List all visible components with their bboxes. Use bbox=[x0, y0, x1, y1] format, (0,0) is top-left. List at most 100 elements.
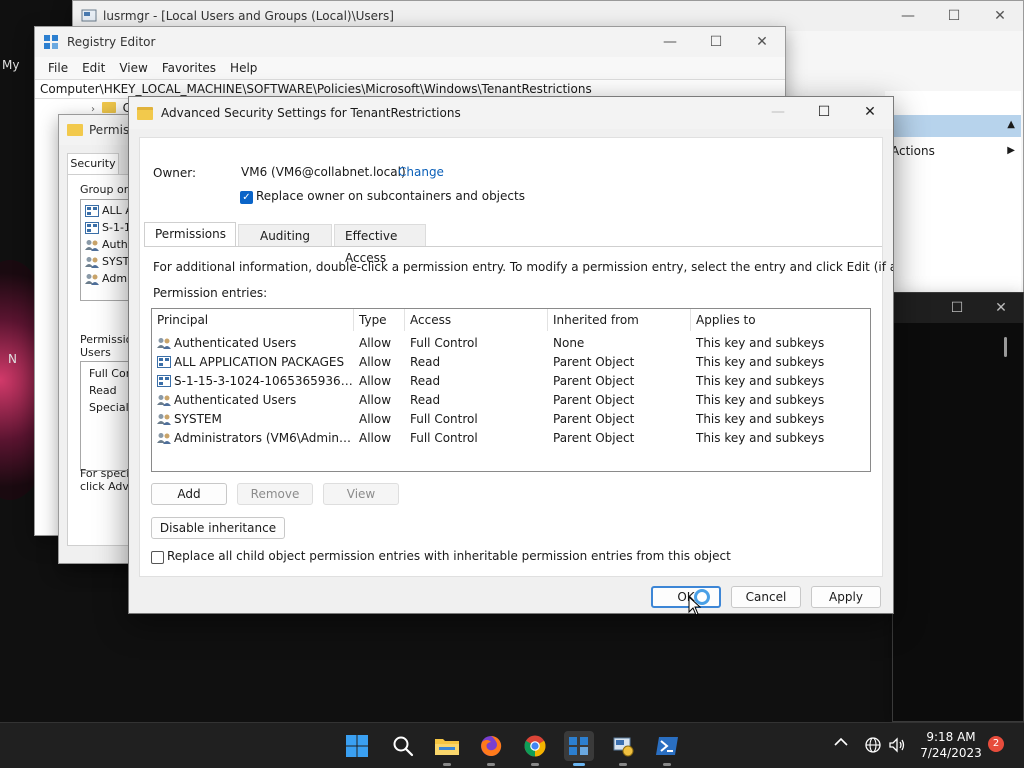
cell-applies-to: This key and subkeys bbox=[691, 336, 869, 350]
cell-type-text: Allow bbox=[359, 392, 392, 407]
table-row[interactable]: ALL APPLICATION PACKAGES Allow Read Parent … bbox=[152, 352, 870, 371]
cell-inherited-from: Parent Object bbox=[548, 412, 691, 426]
actions-more-item[interactable]: Actions ▶ bbox=[885, 141, 1021, 161]
window-title: Registry Editor bbox=[67, 35, 156, 49]
taskbar-powershell[interactable] bbox=[652, 731, 682, 766]
tab-permissions[interactable]: Permissions bbox=[144, 222, 236, 246]
menu-view[interactable]: View bbox=[112, 61, 154, 75]
taskbar-chrome[interactable] bbox=[520, 731, 550, 766]
table-row[interactable]: Administrators (VM6\Administr... Allow Ful… bbox=[152, 428, 870, 447]
collapse-icon[interactable]: ▲ bbox=[1007, 119, 1015, 130]
cell-type: Allow bbox=[354, 355, 405, 369]
menu-favorites[interactable]: Favorites bbox=[155, 61, 223, 75]
start-button[interactable] bbox=[342, 731, 372, 761]
desktop-icon-label[interactable]: My bbox=[2, 58, 19, 72]
search-button[interactable] bbox=[388, 731, 418, 761]
cell-type: Allow bbox=[354, 393, 405, 407]
maximize-button[interactable]: ☐ bbox=[801, 97, 847, 127]
permission-entries-table[interactable]: Principal Type Access Inherited from App… bbox=[151, 308, 871, 472]
list-item-label: SYST bbox=[102, 255, 130, 268]
close-button[interactable]: ✕ bbox=[847, 97, 893, 127]
table-row[interactable]: S-1-15-3-1024-1065365936-1281... Allow Rea… bbox=[152, 371, 870, 390]
cell-principal: ALL APPLICATION PACKAGES bbox=[152, 355, 354, 369]
scrollbar[interactable] bbox=[1004, 337, 1007, 357]
taskbar-file-explorer[interactable] bbox=[432, 731, 462, 766]
cell-access: Full Control bbox=[405, 412, 548, 426]
cell-principal: Authenticated Users bbox=[152, 336, 354, 350]
user-group-icon bbox=[85, 239, 99, 251]
taskbar-computer-management[interactable] bbox=[608, 731, 638, 766]
table-row[interactable]: Authenticated Users Allow Read Parent Objec… bbox=[152, 390, 870, 409]
user-group-icon bbox=[157, 337, 171, 349]
taskbar-firefox[interactable] bbox=[476, 731, 506, 766]
clock[interactable]: 9:18 AM 7/24/2023 bbox=[916, 729, 986, 761]
cell-inherited-from: None bbox=[548, 336, 691, 350]
change-owner-link[interactable]: Change bbox=[398, 165, 444, 179]
search-icon bbox=[393, 736, 414, 757]
actions-pane-header[interactable]: ▲ bbox=[885, 115, 1021, 137]
minimize-button: — bbox=[771, 104, 785, 120]
ok-button[interactable]: OK bbox=[651, 586, 721, 608]
menu-edit[interactable]: Edit bbox=[75, 61, 112, 75]
package-group-icon bbox=[85, 204, 99, 217]
file-explorer-icon bbox=[435, 739, 459, 755]
powershell-icon bbox=[656, 737, 678, 755]
replace-owner-checkbox[interactable]: ✓ bbox=[240, 191, 253, 204]
user-group-icon bbox=[85, 256, 99, 268]
windows-logo-icon bbox=[346, 735, 368, 757]
close-button[interactable]: ✕ bbox=[979, 293, 1023, 323]
close-button[interactable]: ✕ bbox=[977, 1, 1023, 31]
terminal-window[interactable]: ☐ ✕ bbox=[892, 292, 1024, 722]
column-principal[interactable]: Principal bbox=[152, 309, 354, 331]
cell-type: Allow bbox=[354, 336, 405, 350]
taskbar-registry-editor[interactable] bbox=[564, 731, 594, 766]
desktop-icon-label[interactable]: N bbox=[8, 352, 17, 366]
tab-security[interactable]: Security bbox=[67, 153, 119, 175]
cell-applies-to: This key and subkeys bbox=[691, 393, 869, 407]
column-access[interactable]: Access bbox=[405, 309, 548, 331]
table-row[interactable]: Authenticated Users Allow Full Control None… bbox=[152, 333, 870, 352]
close-button[interactable]: ✕ bbox=[739, 27, 785, 57]
permissions-for-label: Users bbox=[80, 346, 111, 359]
cell-principal: Administrators (VM6\Administr... bbox=[152, 431, 354, 445]
replace-child-checkbox[interactable] bbox=[151, 551, 164, 564]
running-indicator bbox=[619, 763, 627, 766]
notification-badge[interactable]: 2 bbox=[988, 736, 1004, 752]
tab-effective-access[interactable]: Effective Access bbox=[334, 224, 426, 265]
apply-button[interactable]: Apply bbox=[811, 586, 881, 608]
advanced-security-dialog[interactable]: Advanced Security Settings for TenantRes… bbox=[128, 96, 894, 614]
column-applies-to[interactable]: Applies to bbox=[691, 309, 869, 331]
show-hidden-icons-button[interactable] bbox=[832, 735, 850, 755]
tree-item[interactable]: › C bbox=[91, 101, 131, 115]
user-group-icon bbox=[85, 273, 99, 285]
cell-access: Full Control bbox=[405, 431, 548, 445]
cell-type-text: Allow bbox=[359, 373, 392, 388]
cell-applies-to-text: This key and subkeys bbox=[696, 373, 825, 388]
disable-inheritance-button[interactable]: Disable inheritance bbox=[151, 517, 285, 539]
cell-access: Read bbox=[405, 393, 548, 407]
volume-button[interactable] bbox=[888, 736, 906, 754]
cell-principal: S-1-15-3-1024-1065365936-1281... bbox=[152, 374, 354, 388]
minimize-button[interactable]: — bbox=[647, 27, 693, 57]
column-type[interactable]: Type bbox=[354, 309, 405, 331]
maximize-button[interactable]: ☐ bbox=[693, 27, 739, 57]
info-text: For additional information, double-click… bbox=[153, 260, 894, 274]
tab-auditing[interactable]: Auditing bbox=[238, 224, 332, 246]
cell-applies-to-text: This key and subkeys bbox=[696, 392, 825, 407]
minimize-button[interactable]: — bbox=[885, 1, 931, 31]
running-indicator bbox=[443, 763, 451, 766]
maximize-button[interactable]: ☐ bbox=[935, 293, 979, 323]
package-group-icon bbox=[157, 374, 171, 387]
network-button[interactable] bbox=[864, 736, 882, 754]
menu-file[interactable]: File bbox=[41, 61, 75, 75]
cancel-button[interactable]: Cancel bbox=[731, 586, 801, 608]
column-inherited-from[interactable]: Inherited from bbox=[548, 309, 691, 331]
maximize-button[interactable]: ☐ bbox=[931, 1, 977, 31]
menu-help[interactable]: Help bbox=[223, 61, 264, 75]
running-indicator bbox=[487, 763, 495, 766]
add-button[interactable]: Add bbox=[151, 483, 227, 505]
actions-item-label: Actions bbox=[891, 144, 935, 158]
running-indicator bbox=[663, 763, 671, 766]
table-row[interactable]: SYSTEM Allow Full Control Parent Object This… bbox=[152, 409, 870, 428]
clock-time: 9:18 AM bbox=[926, 730, 976, 744]
